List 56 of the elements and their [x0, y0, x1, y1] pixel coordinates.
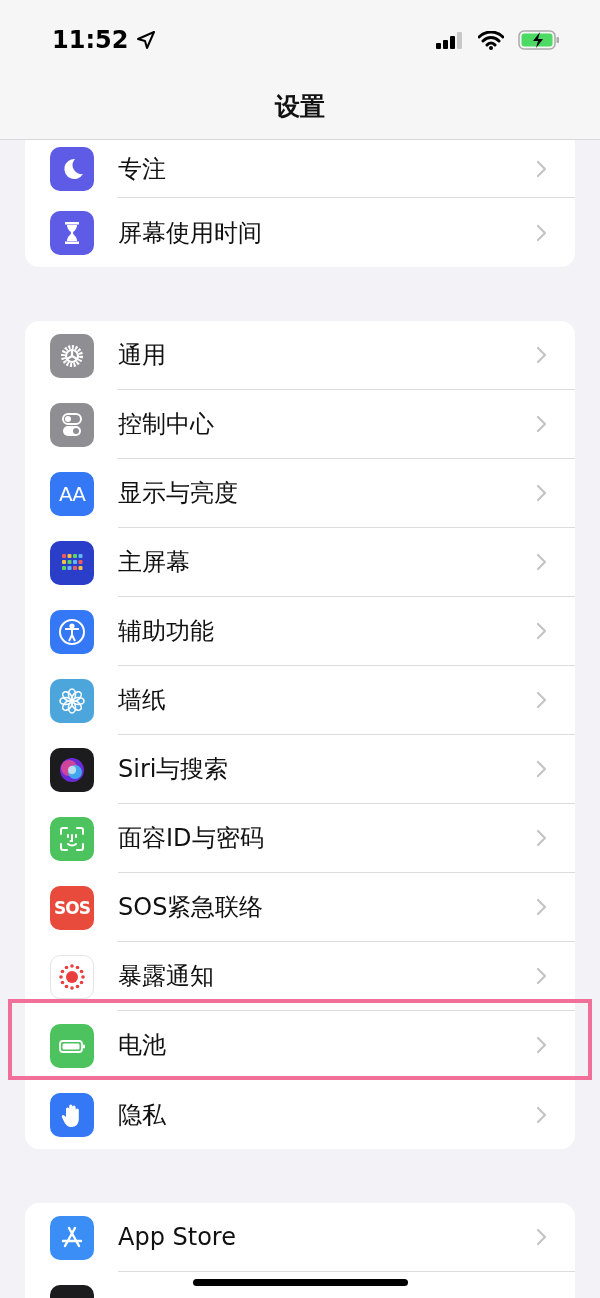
- row-label: 控制中心: [118, 409, 214, 440]
- battery-charging-icon: [518, 30, 560, 50]
- settings-row[interactable]: AA 显示与亮度: [25, 459, 575, 528]
- chevron-icon: [536, 622, 547, 640]
- settings-row[interactable]: App Store: [25, 1203, 575, 1272]
- settings-row[interactable]: 控制中心: [25, 390, 575, 459]
- settings-row[interactable]: 主屏幕: [25, 528, 575, 597]
- settings-row[interactable]: 暴露通知: [25, 942, 575, 1011]
- flower-icon: [57, 685, 87, 716]
- settings-row[interactable]: 辅助功能: [25, 597, 575, 666]
- chevron-icon: [536, 553, 547, 571]
- settings-row[interactable]: 墙纸: [25, 666, 575, 735]
- wifi-icon: [478, 30, 504, 50]
- row-label: SOS紧急联络: [118, 892, 264, 923]
- chevron-icon: [536, 829, 547, 847]
- page-title: 设置: [275, 91, 325, 123]
- chevron-icon: [536, 415, 547, 433]
- row-label: 屏幕使用时间: [118, 217, 262, 249]
- settings-row[interactable]: 电池: [25, 1011, 575, 1080]
- status-time: 11:52: [52, 26, 129, 54]
- app-icon: AA: [50, 471, 94, 516]
- row-label: App Store: [118, 1223, 236, 1251]
- chevron-icon: [536, 967, 547, 985]
- location-arrow-icon: [136, 30, 157, 50]
- settings-row[interactable]: 面容ID与密码: [25, 804, 575, 873]
- chevron-icon: [536, 760, 547, 778]
- row-label: 面容ID与密码: [118, 823, 264, 854]
- chevron-icon: [536, 898, 547, 916]
- signal-icon: [436, 31, 464, 49]
- app-icon: SOS: [50, 885, 94, 930]
- chevron-icon: [536, 691, 547, 709]
- settings-row[interactable]: 屏幕使用时间: [25, 198, 575, 267]
- accessibility-icon: [57, 616, 87, 647]
- settings-row[interactable]: SOS SOS紧急联络: [25, 873, 575, 942]
- row-label: 电池: [118, 1030, 166, 1061]
- chevron-icon: [536, 1105, 547, 1124]
- chevron-icon: [536, 1036, 547, 1054]
- chevron-icon: [536, 1228, 547, 1246]
- row-label: 墙纸: [118, 685, 166, 716]
- chevron-icon: [536, 223, 547, 242]
- settings-row[interactable]: 专注: [25, 140, 575, 198]
- row-label: 主屏幕: [118, 547, 190, 578]
- row-label: 显示与亮度: [118, 478, 238, 509]
- settings-row[interactable]: Siri与搜索: [25, 735, 575, 804]
- row-label: Siri与搜索: [118, 754, 229, 785]
- exposure-dots-icon: [57, 961, 87, 992]
- row-label: 暴露通知: [118, 961, 214, 992]
- chevron-icon: [536, 159, 547, 178]
- row-label: 辅助功能: [118, 616, 214, 647]
- row-label: 专注: [118, 153, 166, 185]
- row-label: 通用: [118, 340, 166, 371]
- settings-row[interactable]: 隐私: [25, 1080, 575, 1149]
- settings-row[interactable]: 通用: [25, 321, 575, 390]
- row-label: 隐私: [118, 1099, 166, 1131]
- chevron-icon: [536, 346, 547, 364]
- chevron-icon: [536, 484, 547, 502]
